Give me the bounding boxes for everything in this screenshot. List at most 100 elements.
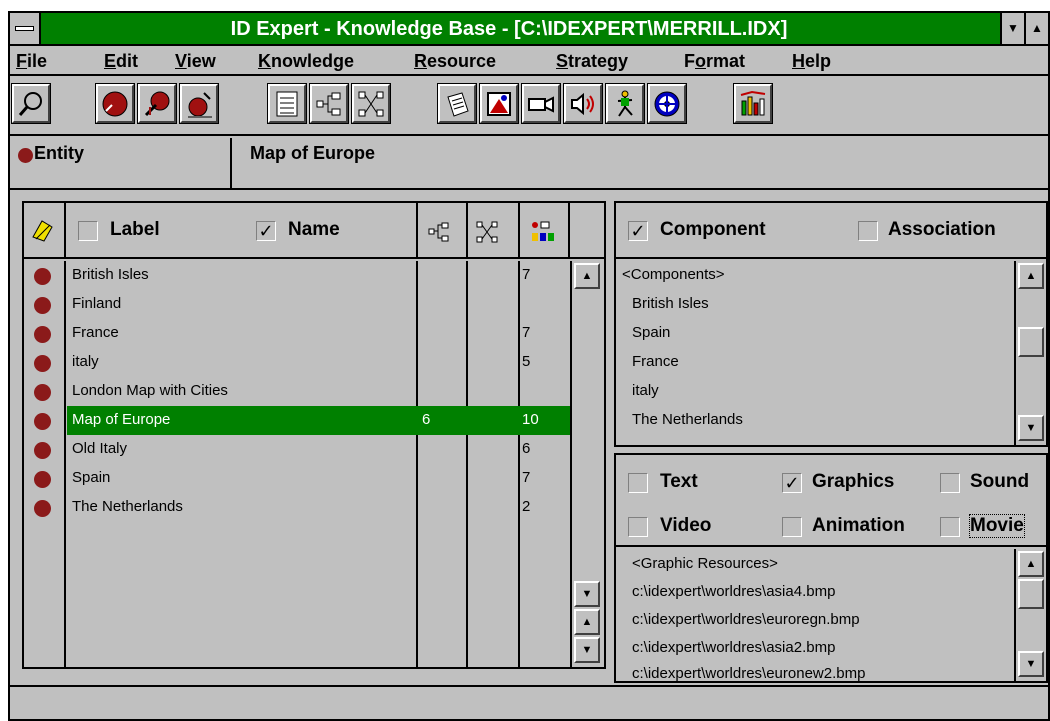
network-view-button[interactable]	[351, 83, 391, 124]
minimize-button[interactable]: ▼	[1000, 13, 1024, 44]
row-components: 6	[422, 411, 431, 428]
table-row[interactable]: italy 5	[24, 348, 570, 377]
text-checkbox[interactable]	[628, 473, 648, 493]
scroll-down-button[interactable]: ▼	[1018, 415, 1044, 441]
table-row[interactable]: Spain 7	[24, 464, 570, 493]
video-checkbox[interactable]	[628, 517, 648, 537]
status-bar	[10, 685, 1048, 719]
scroll-thumb[interactable]	[1018, 327, 1044, 357]
entity-list-scrollbar[interactable]: ▲ ▼ ▲ ▼	[570, 261, 602, 667]
list-item[interactable]: italy	[632, 382, 659, 399]
component-checkbox[interactable]: ✓	[628, 221, 648, 241]
table-row[interactable]: British Isles 7	[24, 261, 570, 290]
text-resource-button[interactable]	[437, 83, 477, 124]
scroll-down-button[interactable]: ▼	[574, 581, 600, 607]
list-item[interactable]: c:\idexpert\worldres\euronew2.bmp	[632, 665, 865, 682]
scroll-up-button[interactable]: ▲	[1018, 263, 1044, 289]
list-item[interactable]: c:\idexpert\worldres\asia2.bmp	[632, 639, 835, 656]
chart-button[interactable]	[733, 83, 773, 124]
row-name: British Isles	[72, 266, 149, 283]
list-item[interactable]: c:\idexpert\worldres\asia4.bmp	[632, 583, 835, 600]
resources-panel: Text ✓ Graphics Sound Video Animation Mo…	[614, 453, 1048, 683]
list-item[interactable]: Spain	[632, 324, 670, 341]
list-item[interactable]: c:\idexpert\worldres\euroregn.bmp	[632, 611, 860, 628]
window-title: ID Expert - Knowledge Base - [C:\IDEXPER…	[230, 18, 788, 40]
scroll-up-button[interactable]: ▲	[1018, 551, 1044, 577]
sound-checkbox[interactable]	[940, 473, 960, 493]
resources-scrollbar[interactable]: ▲ ▼	[1014, 549, 1046, 681]
video-resource-button[interactable]	[521, 83, 561, 124]
sound-resource-button[interactable]	[563, 83, 603, 124]
list-item[interactable]: <Graphic Resources>	[632, 555, 778, 572]
list-item[interactable]: British Isles	[632, 295, 709, 312]
page-down-button[interactable]: ▼	[574, 637, 600, 663]
title-bar[interactable]: ID Expert - Knowledge Base - [C:\IDEXPER…	[10, 13, 1048, 46]
menu-strategy[interactable]: Strategy	[556, 51, 628, 72]
components-panel: ✓ Component Association <Components> Bri…	[614, 201, 1048, 447]
menu-view-label: iew	[186, 51, 216, 71]
components-scrollbar[interactable]: ▲ ▼	[1014, 261, 1046, 445]
menu-file[interactable]: File	[16, 51, 47, 72]
entity-list-panel: Label ✓ Name British Isles 7 Finland Fran…	[22, 201, 606, 669]
page-up-button[interactable]: ▲	[574, 609, 600, 635]
list-item[interactable]: The Netherlands	[632, 411, 743, 428]
header-divider	[466, 203, 468, 259]
graphics-checkbox[interactable]: ✓	[782, 473, 802, 493]
movie-resource-button[interactable]	[647, 83, 687, 124]
menu-format[interactable]: Format	[684, 51, 745, 72]
entity-new-button[interactable]	[179, 83, 219, 124]
association-checkbox[interactable]	[858, 221, 878, 241]
edit-entity-icon[interactable]	[30, 217, 56, 243]
association-label: Association	[888, 219, 996, 240]
app-window: ID Expert - Knowledge Base - [C:\IDEXPER…	[8, 11, 1050, 721]
entity-icon	[18, 148, 33, 163]
search-button[interactable]	[11, 83, 51, 124]
resource-count-icon[interactable]	[529, 219, 555, 245]
entity-icon	[34, 500, 51, 517]
entity-button[interactable]	[95, 83, 135, 124]
movie-checkbox[interactable]	[940, 517, 960, 537]
entity-edit-button[interactable]	[137, 83, 177, 124]
row-resources: 10	[522, 411, 539, 428]
row-name: Finland	[72, 295, 122, 312]
name-checkbox[interactable]: ✓	[256, 221, 276, 241]
scroll-down-button[interactable]: ▼	[1018, 651, 1044, 677]
table-row[interactable]: Old Italy 6	[24, 435, 570, 464]
entity-type-field[interactable]: Entity	[10, 138, 232, 190]
animation-checkbox[interactable]	[782, 517, 802, 537]
maximize-button[interactable]: ▲	[1024, 13, 1048, 44]
label-checkbox[interactable]	[78, 221, 98, 241]
menu-help[interactable]: Help	[792, 51, 831, 72]
scroll-thumb[interactable]	[1018, 579, 1044, 609]
resource-type-filters: Text ✓ Graphics Sound Video Animation Mo…	[616, 455, 1046, 547]
video-label: Video	[660, 515, 712, 536]
list-item[interactable]: France	[632, 353, 679, 370]
entity-icon	[34, 413, 51, 430]
graphics-resource-button[interactable]	[479, 83, 519, 124]
list-item[interactable]: <Components>	[622, 266, 725, 283]
table-row[interactable]: London Map with Cities	[24, 377, 570, 406]
table-row[interactable]: The Netherlands 2	[24, 493, 570, 522]
table-row-selected[interactable]: Map of Europe 6 10	[24, 406, 570, 435]
graphics-label: Graphics	[812, 471, 895, 492]
menu-resource[interactable]: Resource	[414, 51, 496, 72]
row-name: Map of Europe	[72, 411, 171, 428]
association-count-icon[interactable]	[476, 221, 498, 243]
list-view-button[interactable]	[267, 83, 307, 124]
sound-label: Sound	[970, 471, 1030, 492]
component-count-icon[interactable]	[428, 221, 450, 243]
scroll-up-button[interactable]: ▲	[574, 263, 600, 289]
menu-knowledge[interactable]: Knowledge	[258, 51, 354, 72]
table-row[interactable]: Finland	[24, 290, 570, 319]
menu-view[interactable]: View	[175, 51, 216, 72]
table-row[interactable]: France 7	[24, 319, 570, 348]
menu-help-label: elp	[805, 51, 832, 71]
system-menu-button[interactable]	[10, 13, 41, 44]
animation-resource-button[interactable]	[605, 83, 645, 124]
network-view-icon	[358, 91, 384, 116]
menu-knowledge-label: nowledge	[271, 51, 355, 71]
menu-format-label: rmat	[706, 51, 746, 71]
entity-new-icon	[188, 91, 212, 118]
menu-edit[interactable]: Edit	[104, 51, 138, 72]
tree-view-button[interactable]	[309, 83, 349, 124]
